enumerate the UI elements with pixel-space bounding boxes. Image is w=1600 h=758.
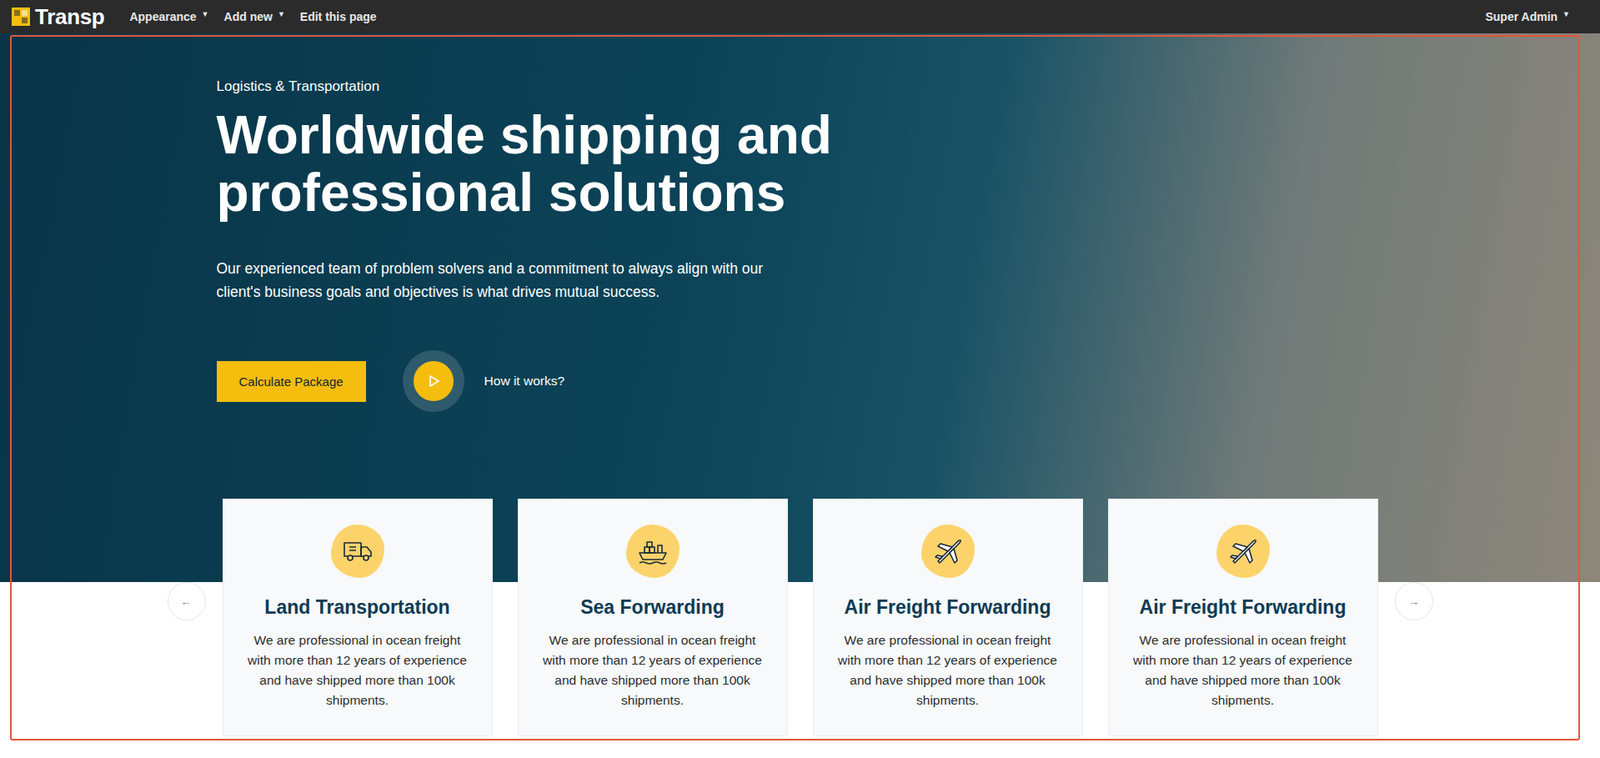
hero-description: Our experienced team of problem solvers … [216, 256, 793, 304]
admin-menu-item[interactable]: Appearance▼ [129, 10, 209, 24]
video-link[interactable]: How it works? [402, 350, 565, 412]
services: ← Land Transportation We are professional … [0, 498, 1600, 737]
caret-icon: ▼ [1562, 10, 1570, 19]
play-icon [426, 373, 442, 389]
truck-icon [341, 534, 375, 568]
card-text: We are professional in ocean freight wit… [1130, 630, 1356, 711]
card-title: Sea Forwarding [580, 596, 725, 619]
caret-icon: ▼ [277, 10, 286, 19]
caret-icon: ▼ [201, 10, 210, 19]
admin-bar: Transp Appearance▼ Add new▼ Edit this page S… [0, 0, 1600, 34]
admin-menu: Appearance▼ Add new▼ Edit this page [129, 10, 377, 24]
page: Transp Appearance▼ Add new▼ Edit this page S… [0, 0, 1600, 758]
logo[interactable]: Transp [11, 4, 105, 31]
logo-text: Transp [35, 4, 105, 31]
prev-button[interactable]: ← [167, 581, 206, 621]
video-link-text: How it works? [484, 373, 565, 389]
service-card[interactable]: Air Freight Forwarding We are professiona… [812, 498, 1084, 737]
card-text: We are professional in ocean freight wit… [835, 630, 1061, 711]
card-title: Air Freight Forwarding [844, 596, 1052, 619]
service-card[interactable]: Land Transportation We are professional i… [222, 498, 493, 737]
service-card[interactable]: Sea Forwarding We are professional in oce… [517, 498, 788, 737]
card-text: We are professional in ocean freight wit… [540, 630, 766, 711]
next-button[interactable]: → [1394, 581, 1434, 621]
play-button[interactable] [402, 350, 465, 412]
admin-menu-item[interactable]: Add new▼ [224, 10, 286, 24]
card-title: Land Transportation [264, 596, 450, 619]
card-title: Air Freight Forwarding [1139, 596, 1347, 619]
service-card[interactable]: Air Freight Forwarding We are professiona… [1108, 498, 1379, 737]
plane-icon [931, 534, 965, 568]
card-text: We are professional in ocean freight wit… [245, 630, 471, 711]
plane-icon [1226, 534, 1260, 568]
content: Logistics & Transportation Worldwide ship… [0, 33, 1600, 737]
ship-icon [636, 534, 670, 568]
service-cards: Land Transportation We are professional i… [222, 498, 1379, 737]
admin-menu-item[interactable]: Edit this page [300, 10, 377, 24]
user-menu[interactable]: Super Admin▼ [1484, 10, 1570, 24]
calculate-button[interactable]: Calculate Package [216, 361, 367, 402]
hero-eyebrow: Logistics & Transportation [216, 78, 1385, 96]
hero-title: Worldwide shipping and professional solu… [216, 106, 951, 222]
selection-outline [10, 35, 1580, 741]
logo-icon [11, 7, 31, 26]
